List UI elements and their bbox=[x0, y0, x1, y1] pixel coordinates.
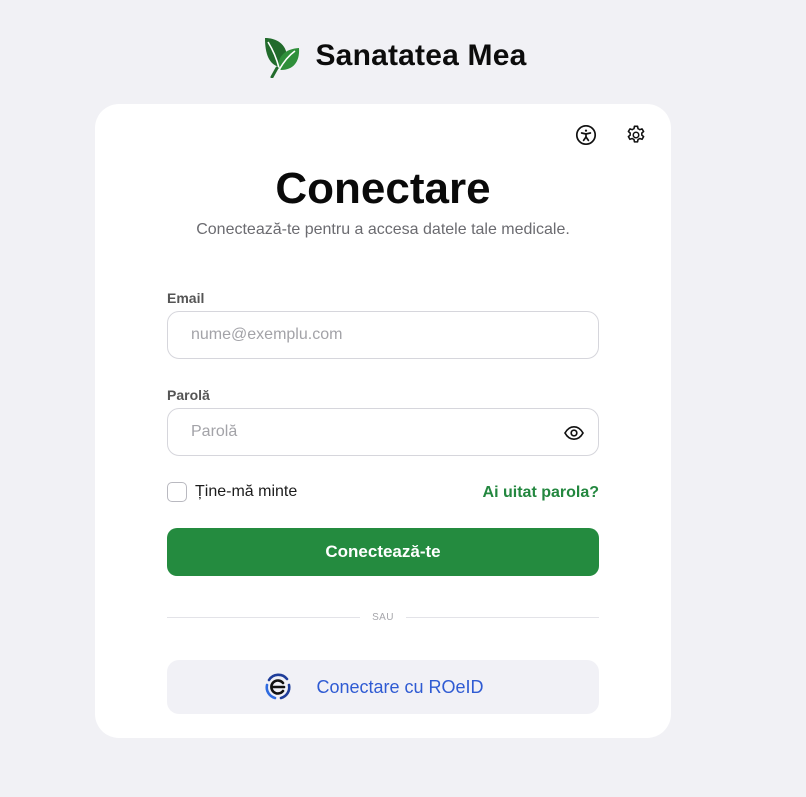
remember-me-label: Ține-mă minte bbox=[195, 483, 298, 500]
remember-me-checkbox[interactable] bbox=[167, 482, 187, 502]
password-label: Parolă bbox=[167, 387, 210, 403]
page-title: Conectare bbox=[275, 164, 491, 213]
remember-me[interactable]: Ține-mă minte bbox=[167, 482, 297, 502]
password-field[interactable] bbox=[167, 408, 599, 456]
forgot-password-link[interactable]: Ai uitat parola? bbox=[483, 484, 599, 502]
email-field[interactable] bbox=[167, 311, 599, 359]
show-password-icon[interactable] bbox=[563, 422, 585, 444]
divider-line-right bbox=[406, 617, 599, 618]
roeid-login-label: Conectare cu ROeID bbox=[316, 676, 484, 697]
brand-header: Sanatatea Mea bbox=[0, 34, 806, 78]
app-name: Sanatatea Mea bbox=[315, 39, 527, 72]
gear-icon[interactable] bbox=[625, 124, 647, 146]
email-label: Email bbox=[167, 290, 205, 306]
login-card: Conectare Conectează-te pentru a accesa … bbox=[95, 104, 671, 738]
card-toolbar bbox=[575, 124, 647, 146]
login-button[interactable]: Conectează-te bbox=[167, 528, 599, 576]
or-divider: SAU bbox=[167, 610, 599, 626]
page-subtitle: Conectează-te pentru a accesa datele tal… bbox=[196, 221, 570, 238]
roeid-login-button[interactable]: Conectare cu ROeID bbox=[167, 660, 599, 714]
accessibility-icon[interactable] bbox=[575, 124, 597, 146]
leaf-icon bbox=[265, 38, 300, 78]
roeid-logo-icon bbox=[265, 673, 291, 700]
